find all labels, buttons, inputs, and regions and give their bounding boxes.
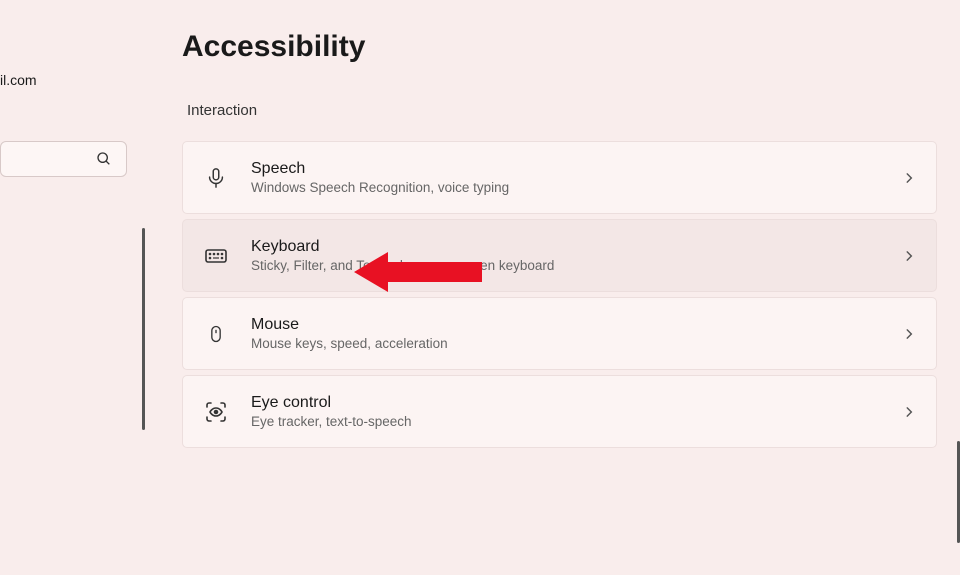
setting-text: Eye control Eye tracker, text-to-speech: [251, 394, 902, 429]
setting-item-eye-control[interactable]: Eye control Eye tracker, text-to-speech: [182, 375, 937, 448]
keyboard-icon: [203, 243, 229, 269]
speech-icon: [203, 165, 229, 191]
chevron-right-icon: [902, 249, 916, 263]
mouse-icon: [203, 321, 229, 347]
eye-control-icon: [203, 399, 229, 425]
setting-text: Keyboard Sticky, Filter, and Toggle keys…: [251, 238, 902, 273]
account-email: il.com: [0, 72, 37, 88]
main-content: Accessibility Interaction Speech Windows…: [182, 30, 937, 448]
setting-title: Speech: [251, 160, 902, 178]
sidebar-selection-indicator: [142, 228, 145, 430]
setting-description: Windows Speech Recognition, voice typing: [251, 180, 902, 195]
setting-title: Eye control: [251, 394, 902, 412]
setting-title: Mouse: [251, 316, 902, 334]
chevron-right-icon: [902, 171, 916, 185]
section-header: Interaction: [187, 102, 937, 119]
search-input[interactable]: [0, 141, 127, 177]
setting-item-mouse[interactable]: Mouse Mouse keys, speed, acceleration: [182, 297, 937, 370]
setting-text: Mouse Mouse keys, speed, acceleration: [251, 316, 902, 351]
settings-list: Speech Windows Speech Recognition, voice…: [182, 141, 937, 448]
chevron-right-icon: [902, 405, 916, 419]
setting-item-speech[interactable]: Speech Windows Speech Recognition, voice…: [182, 141, 937, 214]
chevron-right-icon: [902, 327, 916, 341]
setting-description: Mouse keys, speed, acceleration: [251, 336, 902, 351]
setting-description: Eye tracker, text-to-speech: [251, 414, 902, 429]
setting-item-keyboard[interactable]: Keyboard Sticky, Filter, and Toggle keys…: [182, 219, 937, 292]
setting-title: Keyboard: [251, 238, 902, 256]
search-icon: [96, 151, 112, 167]
sidebar-fragment: il.com: [0, 0, 145, 575]
setting-description: Sticky, Filter, and Toggle keys, on-scre…: [251, 258, 902, 273]
setting-text: Speech Windows Speech Recognition, voice…: [251, 160, 902, 195]
page-title: Accessibility: [182, 30, 937, 64]
